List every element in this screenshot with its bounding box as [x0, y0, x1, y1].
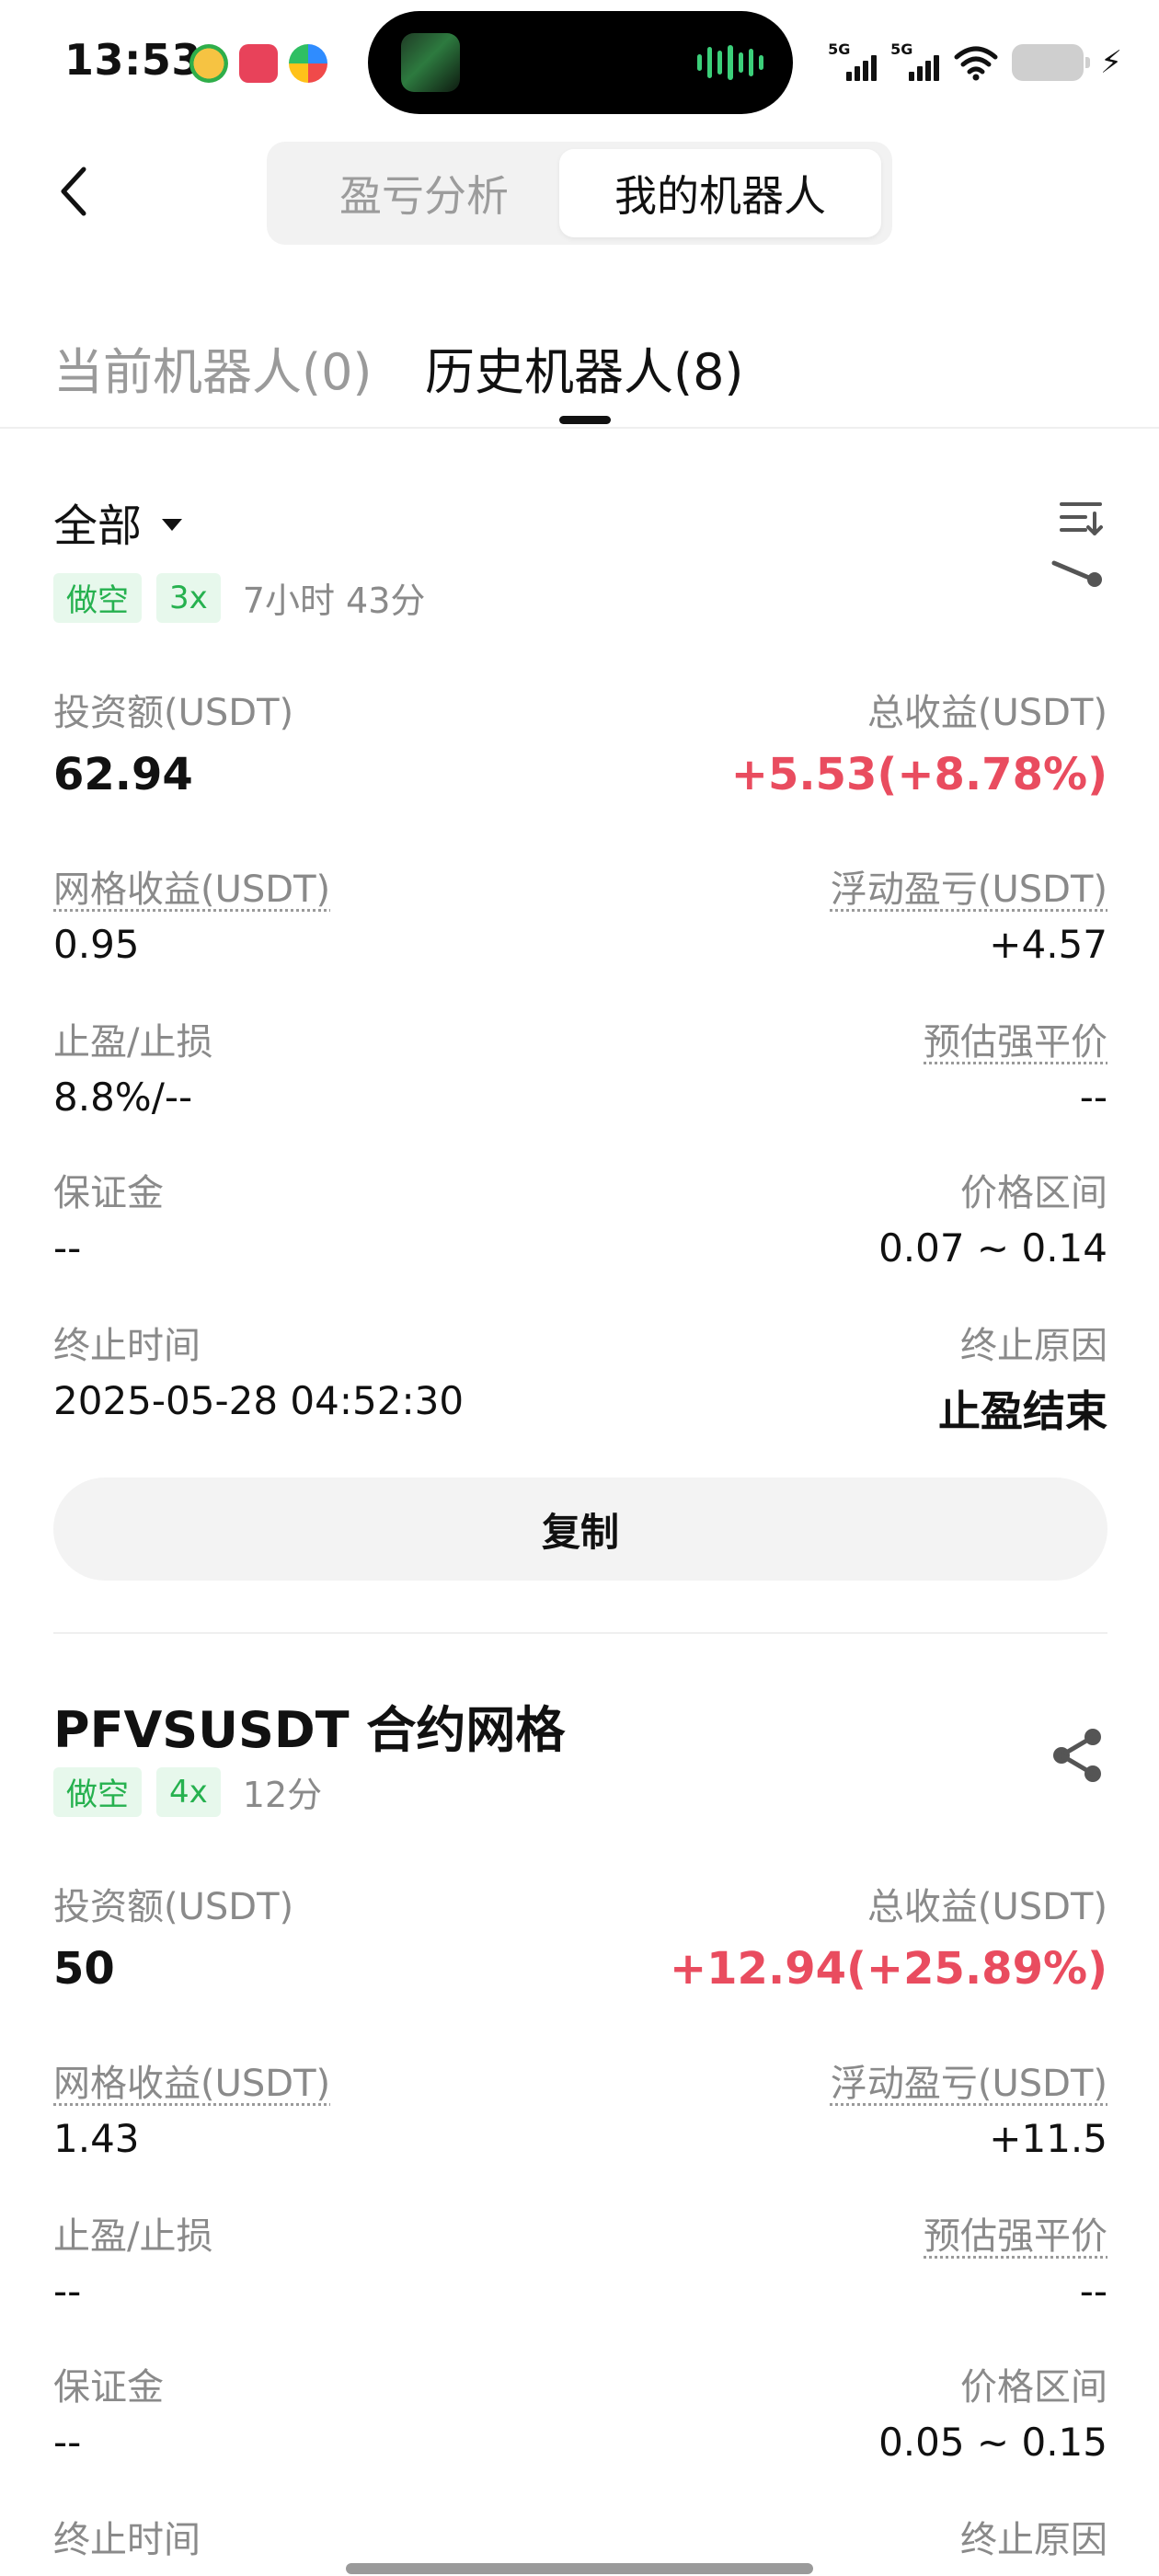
direction-badge: 做空 — [53, 1766, 142, 1817]
direction-badge: 做空 — [53, 572, 142, 623]
segment-pnl-analysis[interactable]: 盈亏分析 — [274, 149, 574, 237]
status-icons: 5G 5G ⚡ — [828, 37, 1122, 88]
price-range-value: 0.07 ~ 0.14 — [878, 1225, 1107, 1271]
card-divider — [53, 1632, 1107, 1634]
tab-history-robots[interactable]: 历史机器人(8) — [425, 331, 744, 404]
battery-icon — [1012, 44, 1091, 81]
filter-label: 全部 — [53, 500, 143, 552]
caret-down-icon — [162, 518, 183, 531]
end-time-value: 2025-05-28 04:52:30 — [53, 1378, 465, 1423]
home-indicator[interactable] — [346, 2563, 813, 2574]
investment-value: 50 — [53, 1943, 115, 1995]
liq-price-value: -- — [1079, 2269, 1107, 2314]
floating-pnl-value: +11.5 — [989, 2116, 1107, 2161]
active-tab-indicator — [559, 416, 611, 424]
segmented-control: 盈亏分析 我的机器人 — [267, 142, 892, 245]
grid-profit-label[interactable]: 网格收益(USDT) — [53, 859, 330, 913]
tp-sl-value: -- — [53, 2269, 82, 2314]
price-range-label: 价格区间 — [960, 2366, 1107, 2409]
total-profit-value: +5.53(+8.78%) — [730, 749, 1107, 800]
investment-label: 投资额(USDT) — [53, 692, 294, 734]
audio-wave-icon — [697, 44, 763, 81]
margin-label: 保证金 — [53, 1172, 164, 1214]
grid-profit-value: 0.95 — [53, 922, 140, 967]
price-range-value: 0.05 ~ 0.15 — [878, 2420, 1107, 2465]
run-duration: 12分 — [242, 1775, 323, 1815]
media-thumbnail — [401, 33, 460, 92]
tp-sl-label: 止盈/止损 — [53, 1021, 213, 1064]
run-duration: 7小时 43分 — [242, 581, 426, 621]
card-title: PFVSUSDT 合约网格 — [53, 1701, 566, 1759]
total-profit-label: 总收益(USDT) — [866, 1886, 1107, 1928]
end-time-label: 终止时间 — [53, 2519, 201, 2561]
network-type-label: 5G — [890, 40, 913, 58]
cellular-signal-icon: 5G — [828, 40, 878, 85]
filter-dropdown[interactable]: 全部 — [53, 489, 183, 554]
card-badges: 做空 4x 12分 — [53, 1766, 322, 1817]
wifi-icon — [954, 46, 998, 81]
investment-value: 62.94 — [53, 749, 193, 800]
liq-price-value: -- — [1079, 1075, 1107, 1120]
status-bar: 13:53 5G 5G ⚡ — [0, 0, 1159, 129]
share-icon[interactable] — [1049, 1726, 1107, 1785]
margin-label: 保证金 — [53, 2366, 164, 2409]
investment-label: 投资额(USDT) — [53, 1886, 294, 1928]
sort-icon[interactable] — [1058, 497, 1104, 548]
charging-icon: ⚡ — [1100, 44, 1122, 81]
tab-current-robots[interactable]: 当前机器人(0) — [53, 331, 373, 404]
margin-value: -- — [53, 1225, 82, 1271]
app-notification-icon — [239, 44, 278, 83]
liq-price-label[interactable]: 预估强平价 — [924, 1012, 1107, 1065]
tabs-divider — [0, 427, 1159, 429]
chevron-left-icon — [61, 167, 86, 216]
leverage-badge: 3x — [156, 572, 221, 623]
end-reason-value: 止盈结束 — [938, 1386, 1107, 1436]
floating-pnl-label[interactable]: 浮动盈亏(USDT) — [831, 859, 1107, 913]
margin-value: -- — [53, 2420, 82, 2465]
status-time: 13:53 — [64, 35, 201, 85]
liq-price-label[interactable]: 预估强平价 — [924, 2206, 1107, 2260]
grid-profit-label[interactable]: 网格收益(USDT) — [53, 2053, 330, 2107]
cellular-signal-icon: 5G — [890, 40, 940, 85]
share-icon[interactable] — [1049, 556, 1106, 592]
back-button[interactable] — [52, 162, 96, 221]
app-notification-icon — [289, 44, 327, 83]
total-profit-value: +12.94(+25.89%) — [669, 1943, 1107, 1995]
tp-sl-value: 8.8%/-- — [53, 1075, 193, 1120]
floating-pnl-label[interactable]: 浮动盈亏(USDT) — [831, 2053, 1107, 2107]
leverage-badge: 4x — [156, 1766, 221, 1817]
end-reason-label: 终止原因 — [960, 2519, 1107, 2561]
app-notification-icon — [189, 44, 228, 83]
end-time-label: 终止时间 — [53, 1325, 201, 1367]
price-range-label: 价格区间 — [960, 1172, 1107, 1214]
tp-sl-label: 止盈/止损 — [53, 2215, 213, 2258]
floating-pnl-value: +4.57 — [989, 922, 1107, 967]
card-badges: 做空 3x 7小时 43分 — [53, 572, 425, 623]
end-reason-label: 终止原因 — [960, 1325, 1107, 1367]
copy-button[interactable]: 复制 — [53, 1478, 1107, 1581]
total-profit-label: 总收益(USDT) — [866, 692, 1107, 734]
grid-profit-value: 1.43 — [53, 2116, 140, 2161]
segment-my-robots[interactable]: 我的机器人 — [559, 149, 881, 237]
network-type-label: 5G — [828, 40, 851, 58]
dynamic-island[interactable] — [368, 11, 793, 114]
